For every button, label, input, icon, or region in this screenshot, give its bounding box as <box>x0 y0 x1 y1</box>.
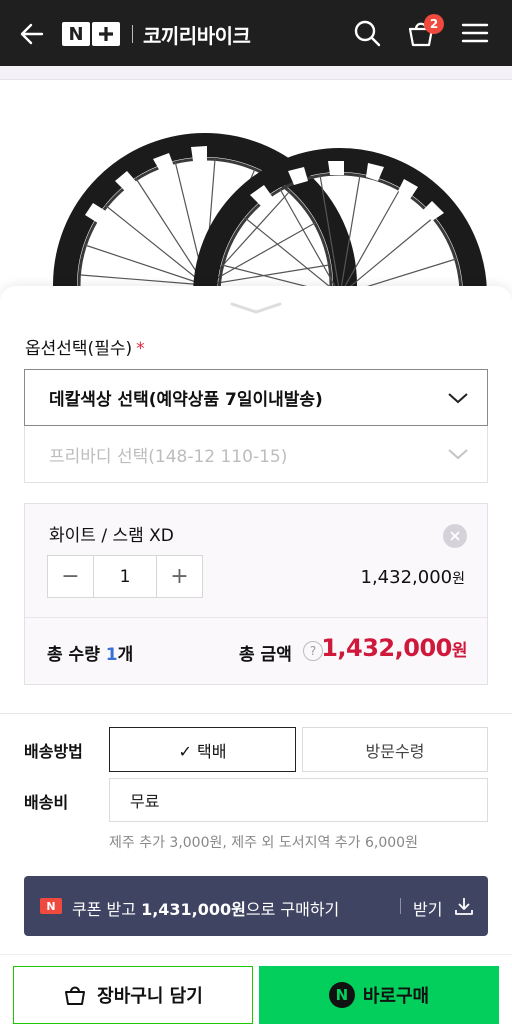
help-icon[interactable]: ? <box>303 641 323 661</box>
remove-option-button[interactable] <box>443 524 467 548</box>
freebody-select-label: 프리바디 선택(148-12 110-15) <box>49 446 288 467</box>
bicycle-wheels-image <box>53 133 487 290</box>
download-icon[interactable] <box>454 896 474 916</box>
top-divider-strip <box>0 66 512 80</box>
shipping-method-label: 배송방법 <box>24 742 83 761</box>
coupon-message: 쿠폰 받고 1,431,000원으로 구매하기 <box>72 896 339 920</box>
menu-icon[interactable] <box>460 18 490 48</box>
total-quantity-unit: 개 <box>117 645 134 665</box>
sheet-collapse-handle-icon[interactable] <box>228 300 284 316</box>
close-icon <box>450 531 460 541</box>
logo-separator <box>132 25 133 43</box>
buy-now-button[interactable]: N 바로구매 <box>259 966 499 1024</box>
coupon-banner[interactable]: N 쿠폰 받고 1,431,000원으로 구매하기 받기 <box>24 876 488 936</box>
freebody-select[interactable]: 프리바디 선택(148-12 110-15) <box>24 426 488 483</box>
parcel-delivery-option[interactable]: ✓ 택배 <box>109 727 296 772</box>
shopping-bag-icon <box>65 986 86 1005</box>
coupon-message-suffix: 으로 구매하기 <box>245 900 340 919</box>
shipping-divider <box>0 713 512 714</box>
total-amount-label: 총 금액 <box>239 645 292 665</box>
naver-plus-logo[interactable]: N 코끼리바이크 <box>62 20 251 49</box>
coupon-receive-label[interactable]: 받기 <box>413 896 442 920</box>
add-to-cart-label: 장바구니 담기 <box>97 986 203 1007</box>
visit-pickup-option[interactable]: 방문수령 <box>302 727 488 772</box>
option-price: 1,432,000원 <box>361 567 466 588</box>
total-quantity: 총 수량 1개 <box>47 640 133 665</box>
chevron-down-icon <box>448 449 468 460</box>
decrease-quantity-button[interactable]: − <box>48 556 93 597</box>
total-amount: 1,432,000원 <box>321 634 467 662</box>
total-amount-value: 1,432,000 <box>321 634 452 662</box>
option-title-text: 옵션선택(필수) <box>25 339 133 359</box>
decal-color-select-label: 데칼색상 선택(예약상품 7일이내발송) <box>49 390 323 410</box>
decal-color-select[interactable]: 데칼색상 선택(예약상품 7일이내발송) <box>24 369 488 426</box>
increase-quantity-button[interactable]: + <box>157 556 202 597</box>
coupon-price: 1,431,000원 <box>141 900 246 919</box>
required-mark: * <box>136 339 145 359</box>
quantity-value[interactable]: 1 <box>93 556 157 597</box>
shipping-fee-label: 배송비 <box>24 793 69 812</box>
shipping-fee-note: 제주 추가 3,000원, 제주 외 도서지역 추가 6,000원 <box>109 835 418 851</box>
option-price-unit: 원 <box>452 571 465 587</box>
coupon-message-prefix: 쿠폰 받고 <box>72 900 142 919</box>
buy-now-label: 바로구매 <box>362 986 430 1007</box>
search-icon[interactable] <box>352 18 382 48</box>
selected-option-box: 화이트 / 스램 XD − 1 + 1,432,000원 총 수량 1개 총 금… <box>24 503 488 685</box>
quantity-stepper: − 1 + <box>47 555 203 598</box>
cart-count-badge: 2 <box>424 14 444 34</box>
selected-option-name: 화이트 / 스램 XD <box>49 526 174 546</box>
logo-plus-icon <box>92 22 120 46</box>
chevron-down-icon <box>448 393 468 404</box>
total-amount-unit: 원 <box>451 641 468 661</box>
back-arrow-icon[interactable] <box>18 20 46 48</box>
store-name[interactable]: 코끼리바이크 <box>143 20 251 49</box>
option-price-value: 1,432,000 <box>360 567 453 588</box>
product-image <box>0 80 512 290</box>
shipping-fee-value: 무료 <box>109 778 488 822</box>
naver-n-icon: N <box>40 898 62 914</box>
option-section-title: 옵션선택(필수) * <box>25 334 145 359</box>
total-quantity-label: 총 수량 <box>47 645 106 665</box>
coupon-separator <box>400 898 401 914</box>
add-to-cart-button[interactable]: 장바구니 담기 <box>13 966 253 1024</box>
naver-pay-icon: N <box>328 982 355 1008</box>
logo-n-mark: N <box>62 22 90 46</box>
option-divider <box>25 617 487 618</box>
top-header: N 코끼리바이크 2 <box>0 0 512 66</box>
total-quantity-value: 1 <box>105 645 118 665</box>
